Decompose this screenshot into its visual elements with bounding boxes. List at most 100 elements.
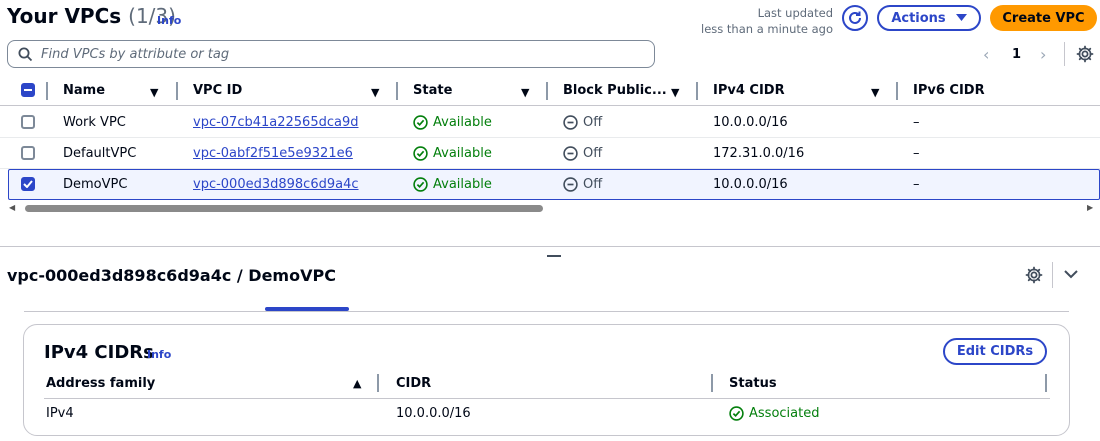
last-updated: Last updated less than a minute ago xyxy=(690,5,833,37)
preferences-button[interactable] xyxy=(1076,45,1094,67)
page-title: Your VPCs (1/3) xyxy=(7,4,176,28)
column-header-name[interactable]: Name xyxy=(63,83,105,101)
column-header-block-public[interactable]: Block Public... xyxy=(563,83,667,101)
minus-circle-icon xyxy=(563,177,578,192)
block-public-text: Off xyxy=(583,146,603,161)
split-panel-preferences-button[interactable] xyxy=(1025,266,1043,288)
minus-circle-icon xyxy=(563,146,578,161)
block-public-cell: Off xyxy=(563,146,602,161)
column-divider xyxy=(896,82,898,100)
address-family-cell: IPv4 xyxy=(46,406,74,421)
sort-caret-icon[interactable]: ▼ xyxy=(871,86,879,99)
status-text: Associated xyxy=(749,406,820,421)
scroll-right-arrow[interactable]: ▶ xyxy=(1087,203,1093,212)
panel-table-header-divider xyxy=(44,398,1050,399)
panel-title: IPv4 CIDRs xyxy=(44,342,154,363)
column-divider xyxy=(176,82,178,100)
table-row[interactable]: Work VPC vpc-07cb41a22565dca9d Available… xyxy=(0,107,1100,138)
page-title-text: Your VPCs xyxy=(7,4,122,28)
ipv6-cidr: – xyxy=(913,177,920,192)
scroll-left-arrow[interactable]: ◀ xyxy=(9,203,15,212)
block-public-text: Off xyxy=(583,177,603,192)
row-checkbox[interactable] xyxy=(21,115,35,129)
search-input[interactable] xyxy=(41,46,631,62)
collapse-panel-button[interactable] xyxy=(1063,265,1079,287)
row-checkbox[interactable] xyxy=(21,146,35,160)
indeterminate-icon xyxy=(24,89,32,91)
block-public-cell: Off xyxy=(563,115,602,130)
block-public-text: Off xyxy=(583,115,603,130)
edit-cidrs-button[interactable]: Edit CIDRs xyxy=(943,338,1047,365)
horizontal-scrollbar[interactable] xyxy=(25,205,543,212)
state-cell: Available xyxy=(413,115,492,130)
search-bar[interactable] xyxy=(7,40,655,68)
ipv6-cidr: – xyxy=(913,115,920,130)
sort-caret-icon[interactable]: ▼ xyxy=(671,86,679,99)
vpc-id-link[interactable]: vpc-0abf2f51e5e9321e6 xyxy=(193,146,353,161)
table-row[interactable]: DemoVPC vpc-000ed3d898c6d9a4c Available … xyxy=(0,169,1100,200)
table-row[interactable]: DefaultVPC vpc-0abf2f51e5e9321e6 Availab… xyxy=(0,138,1100,169)
actions-label: Actions xyxy=(891,10,946,26)
actions-button[interactable]: Actions xyxy=(877,5,981,31)
state-text: Available xyxy=(433,177,492,192)
chevron-down-icon xyxy=(1064,270,1078,279)
minus-circle-icon xyxy=(563,115,578,130)
last-updated-value: less than a minute ago xyxy=(701,22,833,36)
status-cell: Associated xyxy=(729,406,819,421)
last-updated-label: Last updated xyxy=(757,6,833,20)
next-page-button[interactable]: › xyxy=(1040,45,1046,64)
create-vpc-button[interactable]: Create VPC xyxy=(990,5,1097,31)
sort-ascending-icon[interactable]: ▲ xyxy=(353,377,361,390)
gear-icon xyxy=(1076,45,1094,63)
state-text: Available xyxy=(433,146,492,161)
ipv4-cidr: 172.31.0.0/16 xyxy=(713,146,805,161)
sort-caret-icon[interactable]: ▼ xyxy=(371,86,379,99)
current-page[interactable]: 1 xyxy=(1012,47,1021,62)
column-divider xyxy=(711,374,713,392)
state-cell: Available xyxy=(413,146,492,161)
refresh-icon xyxy=(849,11,861,24)
column-divider xyxy=(396,82,398,100)
info-link[interactable]: Info xyxy=(157,14,181,27)
pager-divider xyxy=(1064,42,1065,66)
ipv4-cidrs-container xyxy=(23,324,1070,436)
select-all-checkbox[interactable] xyxy=(21,83,35,97)
details-title: vpc-000ed3d898c6d9a4c / DemoVPC xyxy=(7,266,336,285)
split-panel-divider xyxy=(0,246,1100,247)
resize-handle[interactable] xyxy=(547,255,561,257)
state-cell: Available xyxy=(413,177,492,192)
sort-caret-icon[interactable]: ▼ xyxy=(150,86,158,99)
info-link[interactable]: Info xyxy=(147,348,171,361)
ipv4-cidr: 10.0.0.0/16 xyxy=(713,177,788,192)
search-icon xyxy=(18,47,33,61)
column-header-status[interactable]: Status xyxy=(729,376,777,391)
vpc-id-link[interactable]: vpc-000ed3d898c6d9a4c xyxy=(193,177,359,192)
block-public-cell: Off xyxy=(563,177,602,192)
refresh-button[interactable] xyxy=(842,5,868,31)
vpc-name: DefaultVPC xyxy=(63,146,137,161)
tabs-divider xyxy=(24,311,1069,312)
check-circle-icon xyxy=(413,177,428,192)
column-header-vpc-id[interactable]: VPC ID xyxy=(193,83,242,101)
vpc-id-link[interactable]: vpc-07cb41a22565dca9d xyxy=(193,115,358,130)
sort-caret-icon[interactable]: ▼ xyxy=(521,86,529,99)
table-header-divider xyxy=(0,105,1100,106)
row-checkbox[interactable] xyxy=(21,177,35,191)
caret-down-icon xyxy=(955,14,967,21)
ipv4-cidr: 10.0.0.0/16 xyxy=(713,115,788,130)
column-header-cidr[interactable]: CIDR xyxy=(396,376,431,391)
active-tab-indicator[interactable] xyxy=(265,307,349,311)
column-divider xyxy=(46,82,48,100)
column-divider xyxy=(696,82,698,100)
column-header-ipv4-cidr[interactable]: IPv4 CIDR xyxy=(713,83,785,101)
details-divider xyxy=(1052,262,1053,288)
vpc-name: Work VPC xyxy=(63,115,126,130)
column-header-ipv6-cidr[interactable]: IPv6 CIDR xyxy=(913,83,985,101)
column-header-address-family[interactable]: Address family xyxy=(46,376,155,391)
prev-page-button[interactable]: ‹ xyxy=(983,45,989,64)
column-header-state[interactable]: State xyxy=(413,83,452,101)
check-circle-icon xyxy=(413,115,428,130)
column-divider xyxy=(546,82,548,100)
cidr-cell: 10.0.0.0/16 xyxy=(396,406,471,421)
checkmark-icon xyxy=(23,180,33,188)
